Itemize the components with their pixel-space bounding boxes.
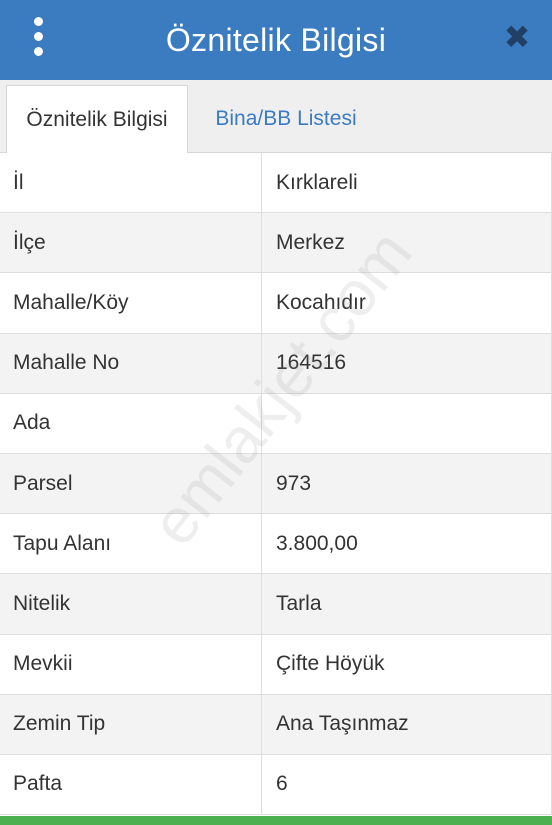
row-key: İlçe (0, 213, 262, 273)
row-value: 6 (262, 754, 552, 815)
row-key: Nitelik (0, 574, 262, 634)
table-row: Mahalle No 164516 (0, 333, 552, 394)
row-key: Tapu Alanı (0, 514, 262, 574)
row-key: Ada (0, 393, 262, 453)
table-row: Parsel 973 (0, 453, 552, 515)
row-key: Parsel (0, 453, 262, 514)
row-value: 3.800,00 (262, 514, 552, 574)
row-key: Mevkii (0, 634, 262, 694)
table-row: İl Kırklareli (0, 153, 552, 214)
table-row: Pafta 6 (0, 754, 552, 816)
tab-bar: Öznitelik Bilgisi Bina/BB Listesi (0, 80, 552, 154)
row-key: Mahalle/Köy (0, 273, 262, 333)
row-key: Mahalle No (0, 333, 262, 393)
row-value: Merkez (262, 213, 552, 273)
row-value (262, 393, 552, 453)
table-row: Mahalle/Köy Kocahıdır (0, 273, 552, 334)
row-value: Tarla (262, 574, 552, 634)
footer-accent-bar (0, 816, 552, 825)
tab-oznitelik-bilgisi[interactable]: Öznitelik Bilgisi (6, 85, 188, 154)
row-value: Çifte Höyük (262, 634, 552, 694)
kebab-menu-icon[interactable] (24, 17, 52, 57)
app-header: Öznitelik Bilgisi ✖ (0, 0, 552, 80)
row-value: 164516 (262, 333, 552, 393)
row-key: İl (0, 153, 262, 213)
table-row: Tapu Alanı 3.800,00 (0, 514, 552, 575)
row-value: Ana Taşınmaz (262, 694, 552, 754)
menu-dot (33, 47, 43, 56)
row-value: Kocahıdır (262, 273, 552, 333)
menu-dot (33, 32, 43, 41)
attribute-table: İl Kırklareli İlçe Merkez Mahalle/Köy Ko… (0, 153, 552, 816)
header-title: Öznitelik Bilgisi (165, 21, 387, 58)
menu-dot (33, 17, 43, 26)
row-key: Pafta (0, 754, 262, 815)
table-row: Nitelik Tarla (0, 574, 552, 635)
row-value: 973 (262, 453, 552, 514)
table-row: İlçe Merkez (0, 213, 552, 274)
tab-bina-bb-listesi[interactable]: Bina/BB Listesi (196, 84, 376, 153)
table-row: Zemin Tip Ana Taşınmaz (0, 694, 552, 755)
table-row: Ada (0, 393, 552, 454)
table-row: Mevkii Çifte Höyük (0, 634, 552, 695)
row-value: Kırklareli (262, 153, 552, 213)
row-key: Zemin Tip (0, 694, 262, 754)
close-icon[interactable]: ✖ (502, 21, 532, 53)
